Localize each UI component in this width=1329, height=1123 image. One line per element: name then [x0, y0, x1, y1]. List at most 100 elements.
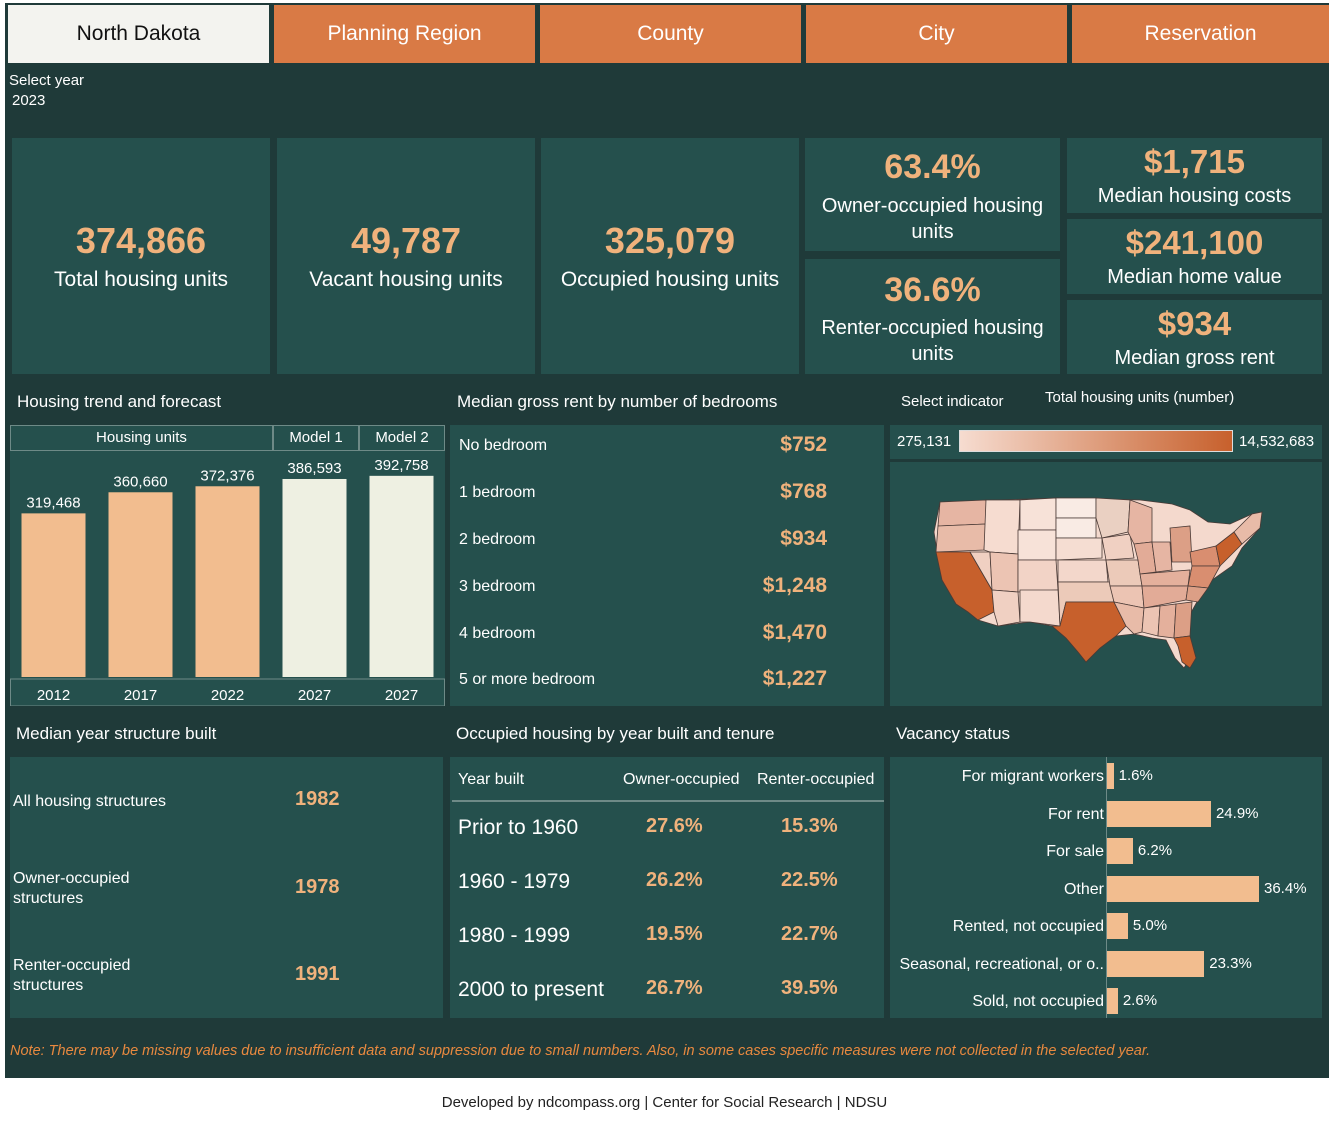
select-indicator-label: Select indicator [901, 393, 1004, 410]
trend-x-tick: 2017 [124, 687, 157, 704]
kpi-home-value-panel: $241,100 Median home value [1067, 219, 1322, 294]
trend-bar-label: 360,660 [113, 473, 167, 490]
kpi-occupied-panel: 325,079 Occupied housing units [541, 138, 799, 374]
rent-row: 1 bedroom $768 [455, 472, 875, 518]
year-built-label: 1960 - 1979 [458, 870, 571, 893]
median-costs-label: Median housing costs [1097, 185, 1292, 207]
trend-bar[interactable] [195, 486, 260, 677]
rent-row-value: $1,227 [762, 667, 827, 690]
median-year-value: 1991 [295, 963, 340, 985]
renter-occupied-label: Renter-occupied housing units [821, 317, 1044, 365]
vacancy-value: 1.6% [1118, 767, 1153, 784]
trend-bar[interactable] [282, 478, 347, 677]
median-home-value-label: Median home value [1107, 266, 1282, 288]
owner-occupied-pct: 19.5% [646, 923, 703, 945]
trend-bar-label: 319,468 [26, 494, 80, 511]
vacancy-value: 5.0% [1132, 917, 1168, 934]
trend-x-tick: 2022 [211, 687, 244, 704]
median-year-label: Renter-occupied structures [13, 957, 131, 994]
vacancy-bar[interactable] [1107, 950, 1205, 977]
trend-title: Housing trend and forecast [17, 392, 222, 411]
vacancy-title: Vacancy status [896, 724, 1011, 743]
vacancy-value: 24.9% [1215, 804, 1259, 822]
tab-city[interactable]: City [806, 5, 1067, 63]
kpi-vacant-panel: 49,787 Vacant housing units [277, 138, 535, 374]
trend-bar-label: 372,376 [200, 467, 254, 484]
median-year-title: Median year structure built [16, 724, 217, 743]
renter-occupied-pct: 22.5% [781, 869, 838, 891]
year-built-title: Occupied housing by year built and tenur… [456, 724, 775, 743]
trend-header-housing-units: Housing units [10, 425, 273, 451]
year-built-label: 2000 to present [458, 978, 604, 1001]
rent-row-value: $752 [780, 433, 827, 456]
vacancy-value: 2.6% [1122, 992, 1158, 1009]
tab-north-dakota[interactable]: North Dakota [8, 5, 269, 63]
year-built-header-renter: Renter-occupied [757, 771, 875, 788]
renter-occupied-value: 36.6% [884, 271, 981, 309]
year-built-label: 1980 - 1999 [458, 924, 571, 947]
renter-occupied-pct: 39.5% [781, 977, 838, 999]
owner-occupied-label: Owner-occupied housing units [821, 195, 1044, 243]
map-color-scale [959, 430, 1233, 452]
vacancy-bar[interactable] [1107, 838, 1133, 864]
rent-row-label: 2 bedroom [459, 531, 536, 548]
vacancy-label: Seasonal, recreational, or o.. [899, 955, 1104, 973]
select-indicator-dropdown[interactable]: Total housing units (number) [1045, 389, 1234, 406]
vacancy-value: 36.4% [1264, 879, 1307, 897]
us-choropleth-map[interactable] [890, 462, 1322, 706]
owner-occupied-pct: 26.7% [646, 977, 703, 999]
owner-occupied-value: 63.4% [884, 148, 981, 186]
kpi-costs-panel: $1,715 Median housing costs [1067, 138, 1322, 213]
vacancy-value: 23.3% [1209, 954, 1252, 972]
trend-bar[interactable] [21, 513, 86, 677]
vacancy-bar[interactable] [1107, 875, 1259, 902]
median-year-value: 1978 [295, 876, 340, 898]
occupied-housing-label: Occupied housing units [560, 268, 780, 291]
trend-x-tick: 2012 [37, 687, 70, 704]
year-filter-label: Select year [9, 72, 85, 89]
rent-row-label: 3 bedroom [459, 578, 536, 595]
rent-row-value: $934 [780, 527, 827, 550]
kpi-gross-rent-panel: $934 Median gross rent [1067, 300, 1322, 374]
rent-row: 3 bedroom $1,248 [455, 566, 875, 612]
tab-reservation[interactable]: Reservation [1072, 5, 1329, 63]
rent-row-value: $1,248 [762, 574, 827, 597]
trend-header-model-1: Model 1 [273, 425, 359, 451]
trend-bar[interactable] [108, 492, 173, 677]
year-built-row: 2000 to present 26.7% 39.5% [455, 964, 880, 1018]
year-built-header-year: Year built [458, 771, 525, 788]
median-gross-rent-label: Median gross rent [1114, 347, 1275, 369]
map-scale-max: 14,532,683 [1239, 433, 1315, 450]
occupied-housing-value: 325,079 [604, 220, 736, 261]
year-filter-value[interactable]: 2023 [12, 92, 45, 109]
vacancy-label: Other [1063, 880, 1104, 898]
year-built-header-owner: Owner-occupied [623, 771, 740, 788]
rent-bedrooms-title: Median gross rent by number of bedrooms [457, 392, 778, 411]
trend-header-model-2: Model 2 [359, 425, 445, 451]
rent-row-label: 5 or more bedroom [459, 671, 596, 688]
vacancy-bar[interactable] [1107, 988, 1118, 1014]
vacancy-bar[interactable] [1107, 800, 1211, 827]
vacant-housing-value: 49,787 [350, 220, 462, 261]
vacancy-bar[interactable] [1107, 763, 1114, 789]
year-built-label: Prior to 1960 [458, 816, 579, 839]
year-built-row: Prior to 1960 27.6% 15.3% [455, 802, 880, 856]
vacancy-label: For migrant workers [961, 768, 1104, 785]
trend-bar-label: 386,593 [287, 460, 341, 477]
rent-row-label: No bedroom [459, 437, 548, 454]
vacancy-value: 6.2% [1137, 842, 1173, 859]
vacant-housing-label: Vacant housing units [309, 268, 503, 291]
rent-row: 5 or more bedroom $1,227 [455, 659, 875, 705]
rent-row-value: $1,470 [762, 621, 827, 644]
rent-row-label: 1 bedroom [459, 484, 536, 501]
vacancy-label: Rented, not occupied [952, 918, 1104, 935]
tab-county[interactable]: County [540, 5, 801, 63]
renter-occupied-pct: 15.3% [781, 815, 838, 837]
trend-bar[interactable] [369, 475, 434, 677]
kpi-total-panel: 374,866 Total housing units [12, 138, 270, 374]
vacancy-bar[interactable] [1107, 913, 1128, 939]
trend-x-tick: 2027 [298, 687, 331, 704]
tab-planning-region[interactable]: Planning Region [274, 5, 535, 63]
kpi-renter-panel: 36.6% Renter-occupied housing units [805, 259, 1060, 374]
rent-row-label: 4 bedroom [459, 625, 536, 642]
